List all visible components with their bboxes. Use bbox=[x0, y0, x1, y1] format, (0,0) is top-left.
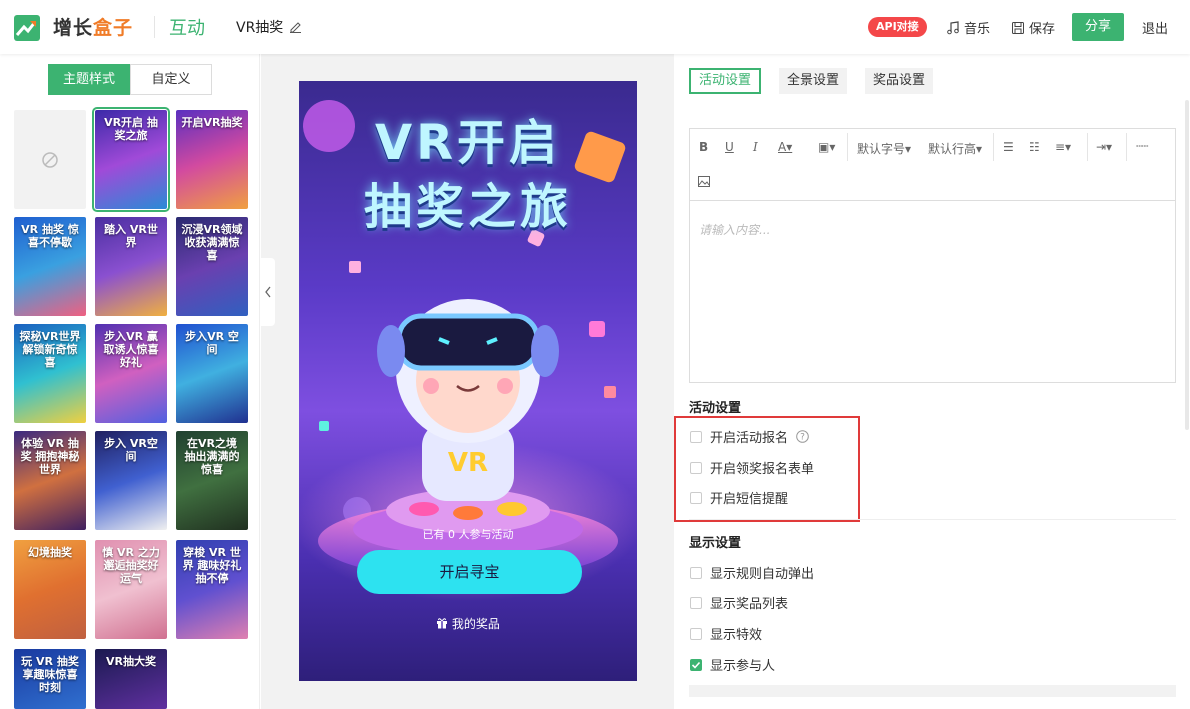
my-prizes-link[interactable]: 我的奖品 bbox=[299, 615, 637, 632]
template-thumbnail[interactable]: 开启VR抽奖 bbox=[176, 110, 248, 209]
tab-custom[interactable]: 自定义 bbox=[130, 64, 212, 95]
template-thumbnail[interactable]: VR开启 抽奖之旅 bbox=[92, 107, 170, 212]
template-tabs: 主题样式 自定义 bbox=[48, 64, 212, 95]
settings-panel: 活动设置 全景设置 奖品设置 B U I A▾ ▣▾ 默认字号▾ 默认行高▾ ☰… bbox=[674, 54, 1190, 709]
checkbox-checked[interactable] bbox=[690, 658, 702, 671]
editor-content[interactable]: 请输入内容... bbox=[699, 221, 770, 238]
toolbar-divider bbox=[993, 133, 994, 161]
underline-icon[interactable]: U bbox=[725, 140, 734, 154]
logo-icon bbox=[14, 15, 40, 41]
italic-icon[interactable]: I bbox=[753, 140, 758, 154]
font-size-select[interactable]: 默认字号▾ bbox=[857, 140, 911, 157]
highlight-color-icon[interactable]: ▣▾ bbox=[818, 140, 835, 154]
template-thumbnail[interactable]: 踏入 VR世界 bbox=[95, 217, 167, 316]
show-participants-option[interactable]: 显示参与人 bbox=[690, 655, 775, 674]
toolbar-divider bbox=[1126, 133, 1127, 161]
settings-tabs: 活动设置 全景设置 奖品设置 bbox=[689, 68, 934, 94]
template-thumbnail[interactable]: 慎 VR 之力 邂逅抽奖好运气 bbox=[95, 540, 167, 639]
scrollbar[interactable] bbox=[1185, 100, 1189, 430]
show-rules-popup-option[interactable]: 显示规则自动弹出 bbox=[690, 563, 814, 582]
template-thumbnail[interactable]: VR抽大奖 bbox=[95, 649, 167, 709]
template-thumbnail[interactable]: 沉浸VR领域 收获满满惊喜 bbox=[176, 217, 248, 316]
bullet-list-icon[interactable]: ☰ bbox=[1003, 140, 1014, 154]
image-icon[interactable] bbox=[698, 176, 710, 190]
chevron-left-icon bbox=[265, 286, 271, 298]
participant-count: 已有 0 人参与活动 bbox=[422, 528, 514, 541]
line-height-select[interactable]: 默认行高▾ bbox=[928, 140, 982, 157]
display-settings-heading: 显示设置 bbox=[689, 536, 742, 551]
checkbox[interactable] bbox=[690, 566, 702, 579]
save-label: 保存 bbox=[1029, 22, 1056, 37]
highlight-box bbox=[674, 416, 860, 522]
numbered-list-icon[interactable]: ☷ bbox=[1029, 140, 1040, 154]
api-badge[interactable]: API对接 bbox=[868, 17, 927, 37]
template-thumbnail[interactable]: 在VR之境 抽出满满的惊喜 bbox=[176, 431, 248, 530]
show-prize-list-option[interactable]: 显示奖品列表 bbox=[690, 593, 788, 612]
tab-theme-style[interactable]: 主题样式 bbox=[48, 64, 130, 95]
tab-prize-settings[interactable]: 奖品设置 bbox=[865, 68, 934, 94]
svg-text:VR: VR bbox=[448, 448, 488, 478]
indent-icon[interactable]: ⇥▾ bbox=[1096, 140, 1112, 154]
template-thumbnail[interactable]: 幻境抽奖 bbox=[14, 540, 86, 639]
template-thumbnail[interactable]: 体验 VR 抽奖 拥抱神秘世界 bbox=[14, 431, 86, 530]
share-button[interactable]: 分享 bbox=[1072, 13, 1124, 41]
header-divider bbox=[154, 16, 155, 38]
template-thumbnail[interactable]: VR 抽奖 惊喜不停歇 bbox=[14, 217, 86, 316]
checkbox[interactable] bbox=[690, 596, 702, 609]
toolbar-divider bbox=[847, 133, 848, 161]
section-divider bbox=[689, 519, 1176, 520]
music-label: 音乐 bbox=[964, 22, 991, 37]
phone-preview: VR VR开启 抽奖之旅 已有 0 人参与活动 开启寻宝 我的奖品 bbox=[299, 81, 637, 681]
save-icon bbox=[1012, 21, 1024, 34]
template-thumbnail[interactable]: 玩 VR 抽奖 享趣味惊喜时刻 bbox=[14, 649, 86, 709]
gift-icon bbox=[437, 618, 448, 629]
save-button[interactable]: 保存 bbox=[1011, 18, 1055, 37]
activity-settings-heading: 活动设置 bbox=[689, 401, 742, 416]
template-thumbnail[interactable]: 步入 VR空间 bbox=[95, 431, 167, 530]
editor-toolbar: B U I A▾ ▣▾ 默认字号▾ 默认行高▾ ☰ ☷ ≡▾ ⇥▾ ┄┄ bbox=[690, 129, 1175, 201]
start-treasure-button[interactable]: 开启寻宝 bbox=[357, 550, 582, 594]
align-icon[interactable]: ≡▾ bbox=[1055, 140, 1071, 154]
template-thumbnail[interactable]: 探秘VR世界 解锁新奇惊喜 bbox=[14, 324, 86, 423]
template-thumbnail[interactable]: 穿梭 VR 世界 趣味好礼抽不停 bbox=[176, 540, 248, 639]
preview-title: VR开启 抽奖之旅 bbox=[363, 115, 572, 235]
logout-button[interactable]: 退出 bbox=[1142, 18, 1168, 37]
template-panel: 主题样式 自定义 VR开启 抽奖之旅 开启VR抽奖 VR 抽奖 惊喜不停歇 踏入… bbox=[0, 54, 260, 709]
no-template-icon bbox=[42, 151, 58, 168]
edit-icon[interactable] bbox=[289, 20, 302, 33]
music-icon bbox=[947, 20, 959, 34]
collapse-panel-button[interactable] bbox=[261, 258, 275, 326]
tab-activity-settings[interactable]: 活动设置 bbox=[689, 68, 762, 94]
check-icon bbox=[691, 661, 701, 669]
template-thumbnail[interactable]: 步入VR 赢取诱人惊喜好礼 bbox=[95, 324, 167, 423]
bold-icon[interactable]: B bbox=[699, 140, 708, 154]
project-title[interactable]: VR抽奖 bbox=[236, 17, 283, 37]
template-thumbnail[interactable]: 步入VR 空间 bbox=[176, 324, 248, 423]
brand-name: 增长盒子 bbox=[53, 17, 134, 39]
horizontal-rule-icon[interactable]: ┄┄ bbox=[1136, 139, 1149, 153]
template-none[interactable] bbox=[14, 110, 86, 209]
font-color-icon[interactable]: A▾ bbox=[778, 140, 792, 154]
preview-area: VR VR开启 抽奖之旅 已有 0 人参与活动 开启寻宝 我的奖品 bbox=[261, 54, 674, 709]
top-header: 增长盒子 互动 VR抽奖 API对接 音乐 保存 分享 退出 bbox=[0, 0, 1190, 54]
module-title: 互动 bbox=[169, 18, 205, 39]
checkbox[interactable] bbox=[690, 627, 702, 640]
rich-text-editor: B U I A▾ ▣▾ 默认字号▾ 默认行高▾ ☰ ☷ ≡▾ ⇥▾ ┄┄ 请输入… bbox=[689, 128, 1176, 383]
bottom-section-bar bbox=[689, 685, 1176, 697]
toolbar-divider bbox=[1087, 133, 1088, 161]
tab-panorama-settings[interactable]: 全景设置 bbox=[779, 68, 848, 94]
music-button[interactable]: 音乐 bbox=[946, 18, 990, 37]
show-effects-option[interactable]: 显示特效 bbox=[690, 624, 762, 643]
